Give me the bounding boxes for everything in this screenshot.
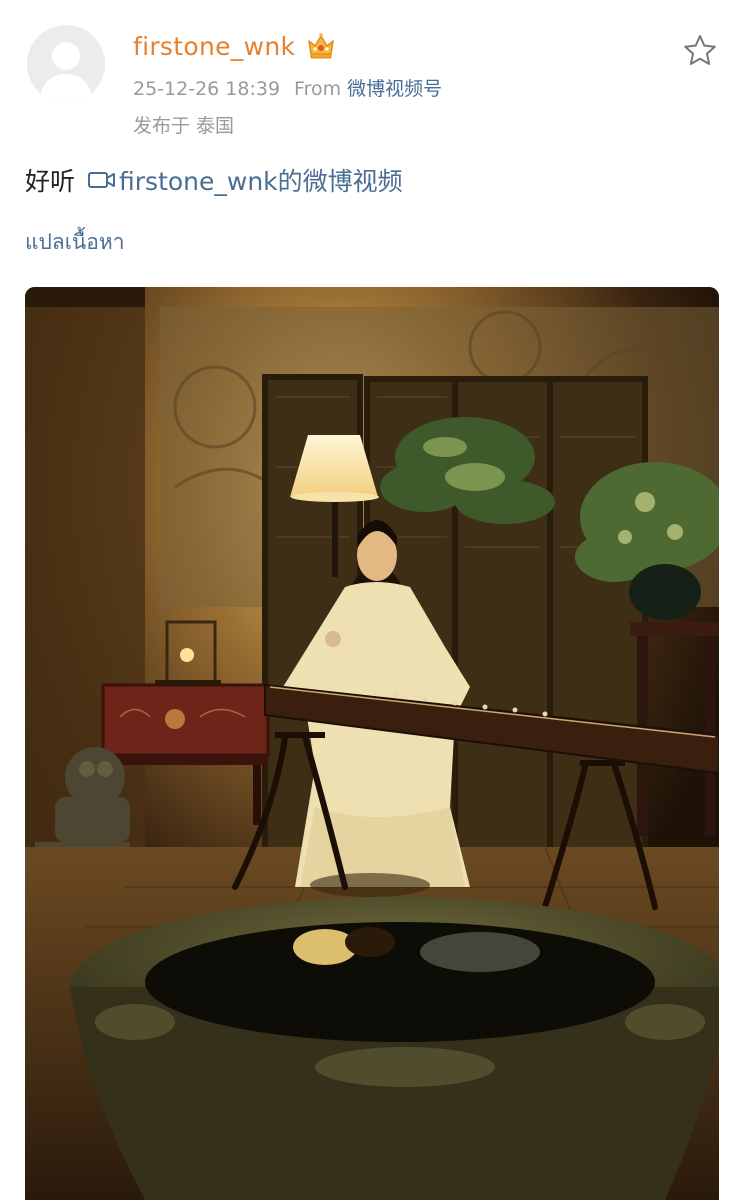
post-body: 好听 firstone_wnk的微博视频 — [25, 162, 403, 198]
post-meta: 25-12-26 18:39 From 微博视频号 — [133, 74, 442, 101]
video-camera-icon — [88, 172, 116, 188]
username-row: firstone_wnk — [133, 26, 337, 66]
video-link-label: firstone_wnk的微博视频 — [119, 167, 403, 196]
video-thumbnail[interactable] — [25, 287, 719, 1200]
post-source-link[interactable]: 微博视频号 — [347, 78, 442, 100]
video-link[interactable]: firstone_wnk的微博视频 — [87, 162, 403, 198]
avatar[interactable] — [27, 25, 105, 103]
post-timestamp: 25-12-26 18:39 — [133, 78, 281, 100]
from-label: From — [294, 78, 342, 100]
post-text: 好听 — [25, 167, 76, 196]
post-location: 发布于 泰国 — [133, 115, 235, 137]
translate-link[interactable]: แปลเนื้อหา — [25, 226, 125, 259]
video-frame-image — [25, 287, 719, 1200]
post-header: firstone_wnk 25-12-26 18:39 From 微博视频号 发布于… — [0, 0, 744, 150]
crown-badge-icon[interactable] — [305, 30, 337, 62]
username[interactable]: firstone_wnk — [133, 32, 295, 61]
star-outline-icon[interactable] — [682, 33, 718, 69]
default-avatar-icon — [27, 25, 105, 103]
